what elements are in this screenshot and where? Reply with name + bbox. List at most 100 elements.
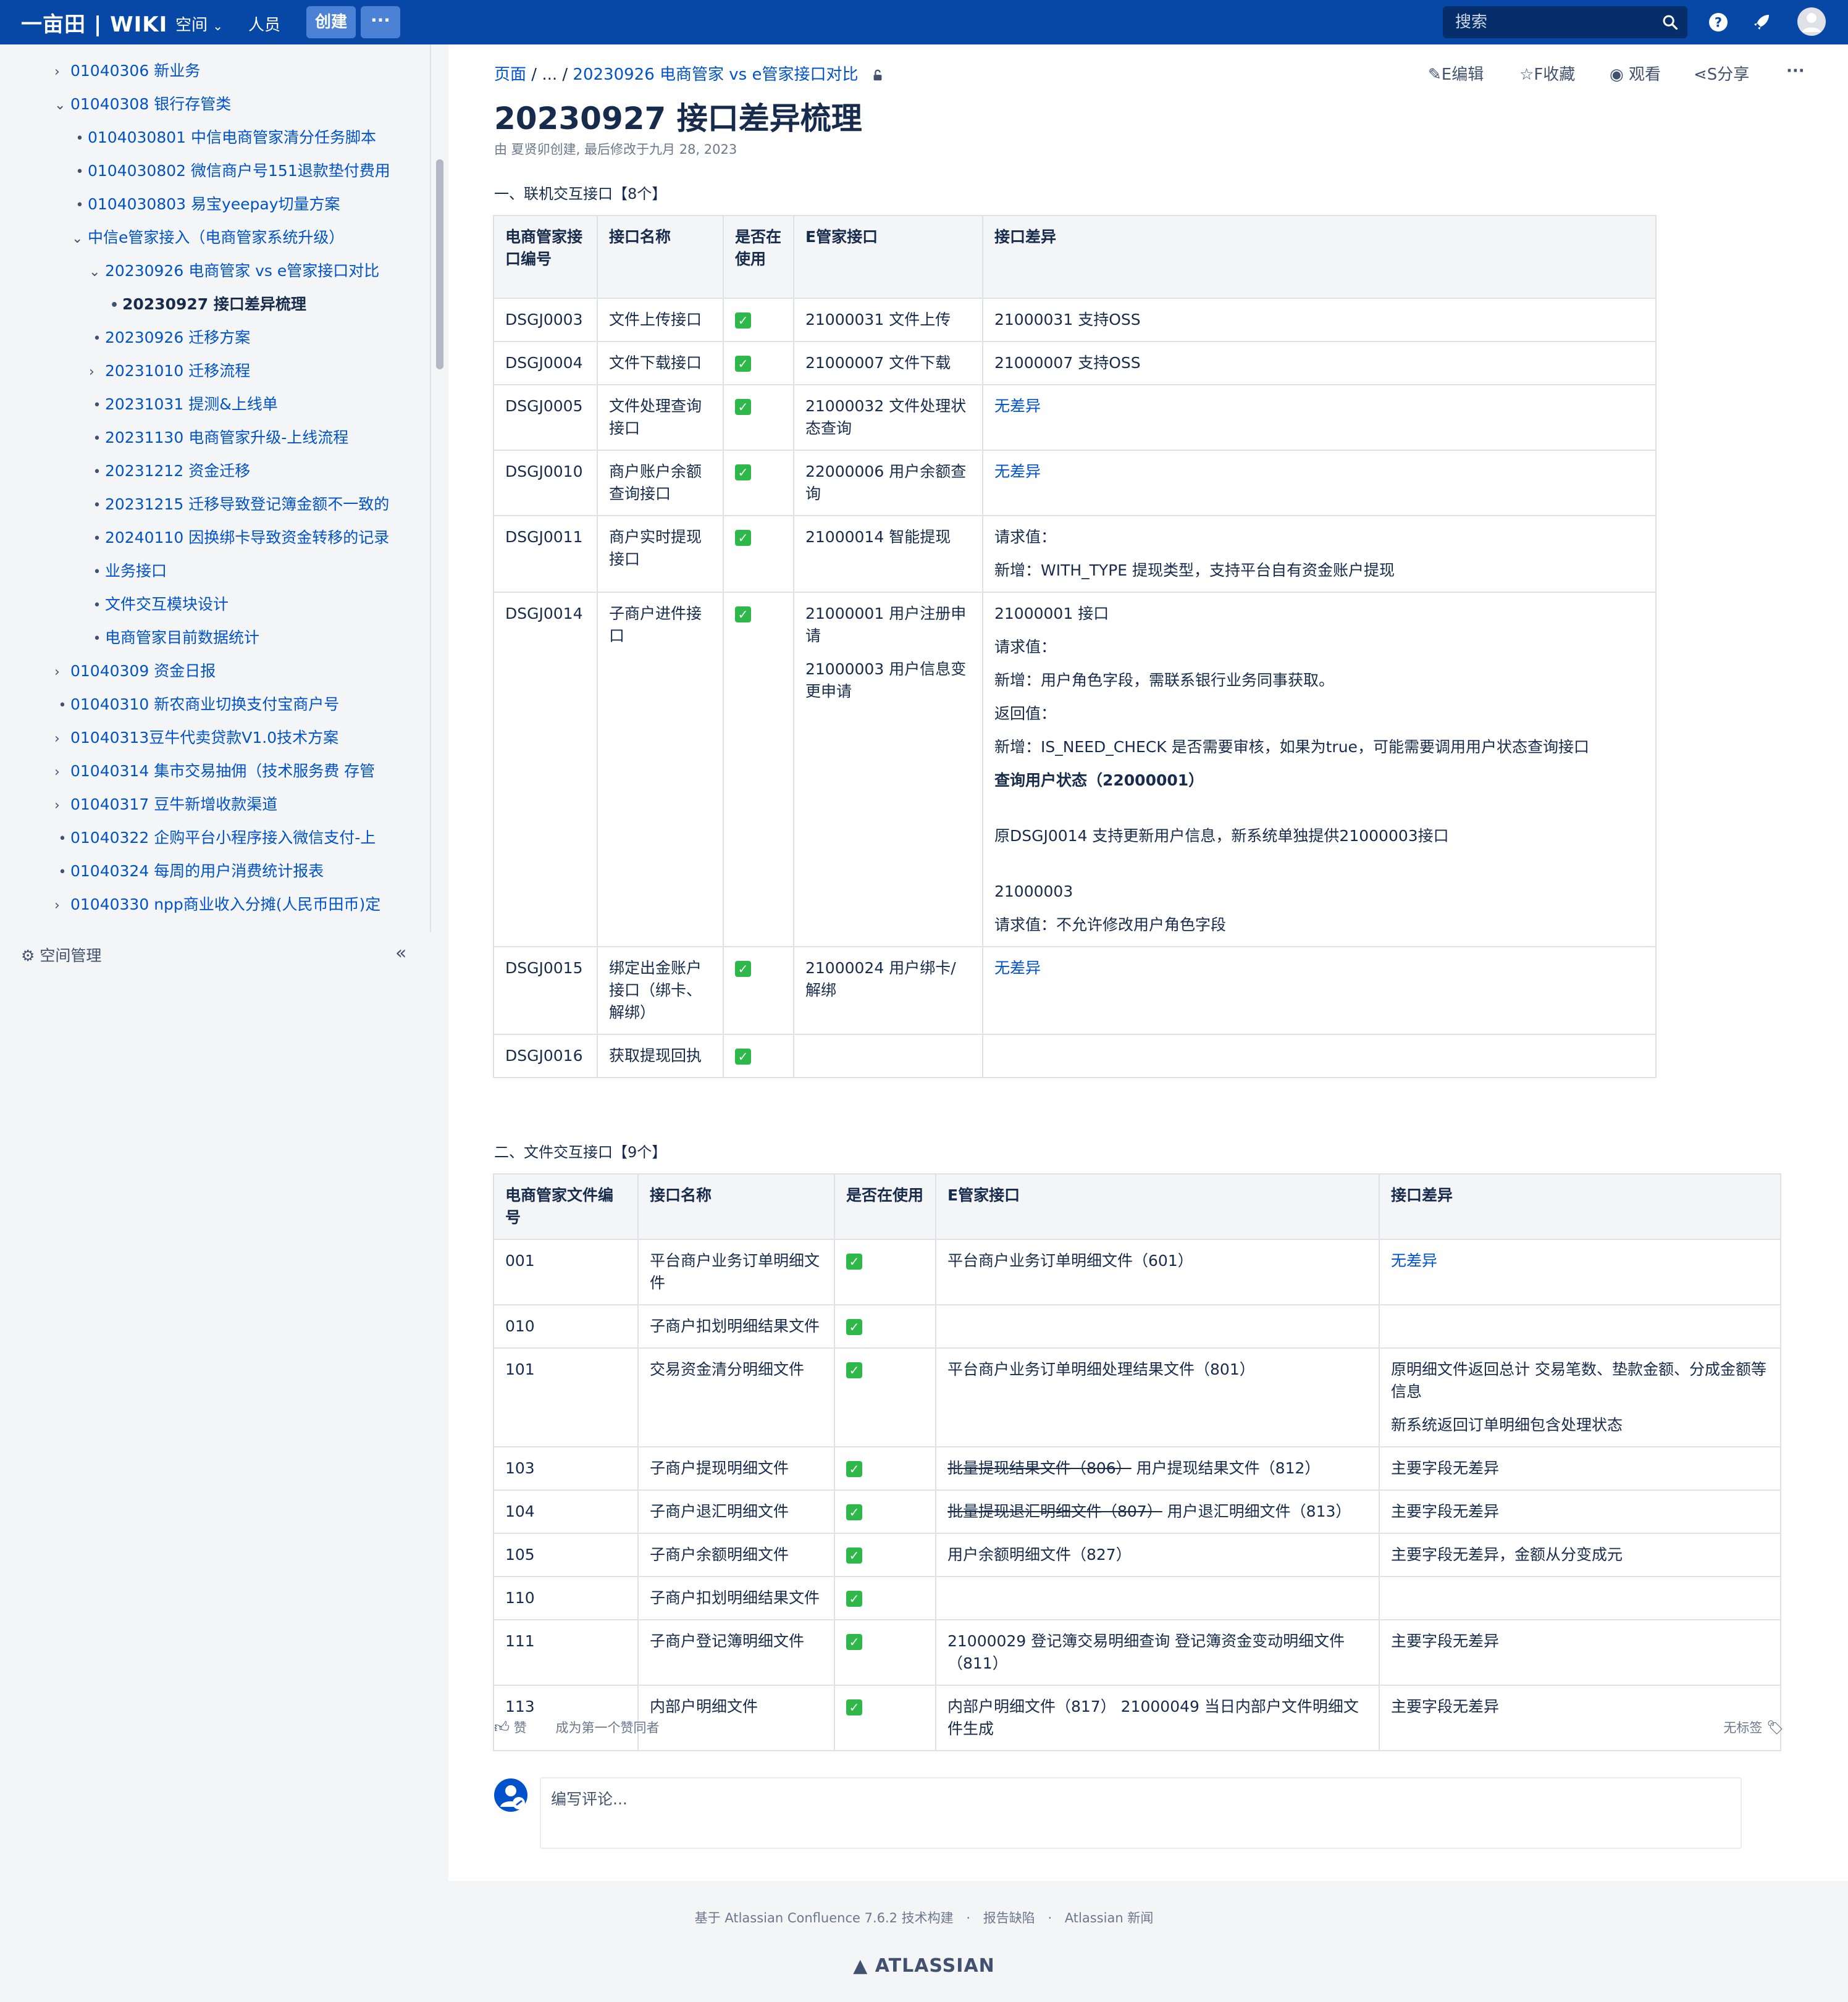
sidebar-item[interactable]: › 01040313豆牛代卖贷款V1.0技术方案 xyxy=(54,721,426,755)
help-icon[interactable]: ? xyxy=(1707,11,1729,33)
sidebar-item[interactable]: ⌄ 中信e管家接入（电商管家系统升级） xyxy=(72,221,426,254)
sidebar-item[interactable]: ⌄ 20230926 电商管家 vs e管家接口对比 xyxy=(89,254,426,288)
footer-powered-link[interactable]: 基于 Atlassian Confluence 7.6.2 技术构建 xyxy=(695,1911,954,1925)
chevron-right-icon[interactable]: › xyxy=(89,356,105,388)
sidebar-scrollbar[interactable] xyxy=(436,159,443,369)
chevron-down-icon[interactable]: ⌄ xyxy=(89,256,105,288)
sidebar-item[interactable]: › 01040314 集市交易抽佣（技术服务费 存管 xyxy=(54,755,426,788)
chevron-right-icon[interactable]: › xyxy=(54,722,70,755)
atlassian-logo[interactable]: ▲ ATLASSIAN xyxy=(0,1955,1848,1977)
column-header: 电商管家接口编号 xyxy=(493,215,598,299)
no-labels-text: 无标签 xyxy=(1723,1720,1763,1735)
bullet-icon: • xyxy=(75,164,84,180)
sidebar-item[interactable]: • 电商管家目前数据统计 xyxy=(89,621,426,655)
like-button[interactable]: 👍︎ 赞 xyxy=(494,1719,527,1736)
cell-text: 主要字段无差异 xyxy=(1391,1632,1500,1650)
sidebar-item[interactable]: • 20240110 因换绑卡导致资金转移的记录 xyxy=(89,521,426,555)
footer-news-link[interactable]: Atlassian 新闻 xyxy=(1065,1911,1154,1925)
sidebar-item[interactable]: • 0104030801 中信电商管家清分任务脚本 xyxy=(72,121,426,154)
sidebar-item[interactable]: • 20231212 资金迁移 xyxy=(89,454,426,488)
sidebar-item[interactable]: • 20230926 迁移方案 xyxy=(89,321,426,354)
section-heading-file: 二、文件交互接口【9个】 xyxy=(494,1144,667,1161)
wiki-logo[interactable]: 一亩田 | WIKI xyxy=(21,7,167,38)
page-content: 页面 / ... / 20230926 电商管家 vs e管家接口对比 ✎E编辑… xyxy=(448,44,1848,1881)
nav-spaces-menu[interactable]: 空间 ⌄ xyxy=(175,12,223,35)
sidebar-item[interactable]: • 01040322 企购平台小程序接入微信支付-上 xyxy=(54,821,426,855)
check-mark-icon: ✓ xyxy=(735,1049,751,1065)
sidebar-item[interactable]: › 01040330 npp商业收入分摊(人民币田币)定 xyxy=(54,888,426,921)
sidebar-item[interactable]: › 01040306 新业务 xyxy=(54,54,426,88)
sidebar-item[interactable]: • 01040324 每周的用户消费统计报表 xyxy=(54,855,426,888)
sidebar-item[interactable]: • 20231031 提测&上线单 xyxy=(89,388,426,421)
chevron-right-icon[interactable]: › xyxy=(54,789,70,821)
like-bar: 👍︎ 赞 成为第一个赞同者 xyxy=(494,1718,659,1736)
space-admin-link[interactable]: ⚙ 空间管理 xyxy=(21,944,101,966)
breadcrumb-pages-link[interactable]: 页面 xyxy=(494,65,526,84)
chevron-right-icon[interactable]: › xyxy=(54,889,70,921)
comment-input[interactable]: 编写评论... xyxy=(540,1777,1742,1849)
sidebar-item-label: 业务接口 xyxy=(105,562,167,580)
footer-dot: · xyxy=(966,1911,971,1925)
sidebar-item-label: 20230926 电商管家 vs e管家接口对比 xyxy=(105,262,380,280)
sidebar-item[interactable]: • 20231215 迁移导致登记簿金额不一致的 xyxy=(89,488,426,521)
check-mark-icon: ✓ xyxy=(846,1699,862,1715)
check-mark-icon: ✓ xyxy=(846,1319,862,1335)
sidebar-item-label: 20231212 资金迁移 xyxy=(105,462,251,480)
collapse-sidebar-icon[interactable]: « xyxy=(395,942,406,964)
sidebar-item[interactable]: • 0104030803 易宝yeepay切量方案 xyxy=(72,188,426,221)
star-icon: ☆ xyxy=(1519,65,1534,84)
cell-text: DSGJ0010 xyxy=(505,463,583,480)
sidebar-item[interactable]: ⌄ 01040308 银行存管类 xyxy=(54,88,426,121)
cell-text: 010 xyxy=(505,1317,535,1335)
breadcrumb-ellipsis[interactable]: ... xyxy=(542,65,557,84)
sidebar-item[interactable]: › 01040309 资金日报 xyxy=(54,655,426,688)
sidebar-item[interactable]: • 业务接口 xyxy=(89,555,426,588)
edit-button[interactable]: ✎E编辑 xyxy=(1428,62,1484,85)
sidebar-item-label: 20240110 因换绑卡导致资金转移的记录 xyxy=(105,529,390,547)
sidebar-item[interactable]: • 文件交互模块设计 xyxy=(89,588,426,621)
nav-people-link[interactable]: 人员 xyxy=(248,12,280,35)
chevron-right-icon[interactable]: › xyxy=(54,756,70,788)
sidebar-item[interactable]: • 20231130 电商管家升级-上线流程 xyxy=(89,421,426,454)
sidebar-item[interactable]: • 01040310 新农商业切换支付宝商户号 xyxy=(54,688,426,721)
sidebar-item[interactable]: › 01040317 豆牛新增收款渠道 xyxy=(54,788,426,821)
chevron-down-icon: ⌄ xyxy=(212,19,224,33)
cell-text: 主要字段无差异 xyxy=(1391,1459,1500,1477)
breadcrumb-parent-link[interactable]: 20230926 电商管家 vs e管家接口对比 xyxy=(573,65,858,84)
user-avatar-icon xyxy=(1802,13,1821,32)
cell-in-use: ✓ xyxy=(834,1576,936,1620)
create-button[interactable]: 创建 xyxy=(306,6,356,38)
cell-egj: 批量提现结果文件（806） 用户提现结果文件（812） xyxy=(935,1446,1380,1491)
notification-rocket-icon[interactable] xyxy=(1750,11,1773,33)
labels-area[interactable]: 无标签 🏷︎ xyxy=(1723,1718,1784,1736)
check-mark-icon: ✓ xyxy=(846,1634,862,1650)
cell-text: 21000029 登记簿交易明细查询 登记簿资金变动明细文件（811） xyxy=(947,1630,1367,1675)
share-button[interactable]: ⋖S分享 xyxy=(1694,62,1749,85)
search-input[interactable]: 搜索 xyxy=(1443,6,1687,38)
cell-egj: 平台商户业务订单明细处理结果文件（801） xyxy=(935,1347,1380,1447)
chevron-right-icon[interactable]: › xyxy=(54,656,70,688)
cell-text: 21000014 智能提现 xyxy=(805,528,951,546)
user-avatar[interactable] xyxy=(1797,7,1826,36)
cell-diff: 21000007 支持OSS xyxy=(982,341,1657,385)
watch-button[interactable]: ◉ 观看 xyxy=(1610,62,1661,85)
cell-text: 平台商户业务订单明细处理结果文件（801） xyxy=(947,1359,1367,1381)
more-actions-button[interactable]: ··· xyxy=(1786,62,1805,80)
chevron-down-icon[interactable]: ⌄ xyxy=(54,89,70,121)
sidebar-item[interactable]: › 20231010 迁移流程 xyxy=(89,354,426,388)
chevron-down-icon[interactable]: ⌄ xyxy=(72,222,88,254)
footer-report-bug-link[interactable]: 报告缺陷 xyxy=(983,1911,1035,1925)
cell-text: 21000003 用户信息变更申请 xyxy=(805,660,967,700)
bullet-icon: • xyxy=(93,531,101,547)
sidebar-item[interactable]: • 0104030802 微信商户号151退款垫付费用 xyxy=(72,154,426,188)
unlock-icon[interactable] xyxy=(871,69,884,82)
cell-egj: 21000007 文件下载 xyxy=(793,341,983,385)
cell-name: 子商户余额明细文件 xyxy=(637,1533,835,1577)
favorite-button[interactable]: ☆F收藏 xyxy=(1519,62,1575,85)
sidebar-item-current[interactable]: • 20230927 接口差异梳理 xyxy=(106,288,426,321)
sidebar-item-label: 01040324 每周的用户消费统计报表 xyxy=(70,862,324,880)
cell-text: DSGJ0011 xyxy=(505,528,583,546)
chevron-right-icon[interactable]: › xyxy=(54,56,70,88)
cell-text: DSGJ0004 xyxy=(505,354,583,372)
create-more-button[interactable]: ··· xyxy=(361,6,400,38)
